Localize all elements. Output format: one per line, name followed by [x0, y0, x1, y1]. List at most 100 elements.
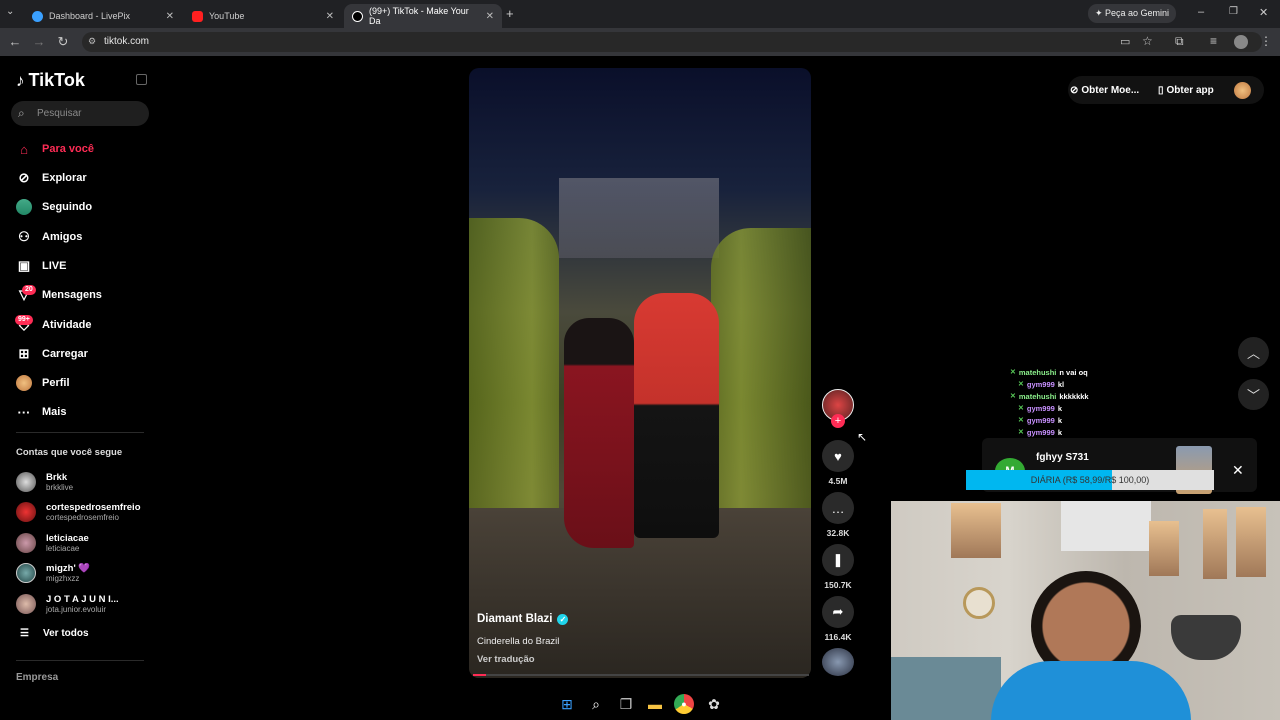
- chevron-down-icon: ﹀: [1246, 388, 1260, 403]
- get-coins-button[interactable]: ⊘ Obter Moe...: [1070, 80, 1154, 100]
- close-window-button[interactable]: ✕: [1259, 6, 1268, 19]
- reading-list-icon[interactable]: ≡: [1210, 34, 1217, 48]
- goal-bar-label: DIÁRIA (R$ 58,99/R$ 100,00): [1030, 475, 1150, 485]
- sword-icon: ✕: [1018, 381, 1024, 388]
- nav-friends[interactable]: ⚇ Amigos: [16, 226, 82, 248]
- chat-message: ✕ matehushi n vai oq: [1010, 367, 1088, 377]
- bed: [891, 657, 1001, 720]
- wall-banner: [1061, 501, 1151, 551]
- account-item[interactable]: J O T A J U N I... jota.junior.evoluir: [16, 590, 119, 618]
- nav-for-you[interactable]: ⌂ Para você: [16, 138, 94, 160]
- sword-icon: ✕: [1010, 393, 1016, 400]
- maximize-button[interactable]: ❐: [1229, 6, 1238, 17]
- avatar: [16, 594, 36, 614]
- comment-count: 32.8K: [826, 528, 850, 538]
- wall-poster: [951, 503, 1001, 558]
- avatar: [16, 563, 36, 583]
- file-explorer-icon[interactable]: ▬: [645, 694, 665, 714]
- minimize-button[interactable]: –: [1198, 6, 1204, 18]
- url-input[interactable]: tiktok.com: [82, 32, 1262, 52]
- get-app-button[interactable]: ▯ Obter app: [1158, 80, 1228, 100]
- gemini-icon: ✦: [1094, 8, 1105, 18]
- comment-button[interactable]: …: [822, 492, 854, 524]
- nav-upload[interactable]: ⊞ Carregar: [16, 343, 88, 365]
- nav-explore[interactable]: ⊘ Explorar: [16, 167, 87, 189]
- forward-icon[interactable]: →: [31, 34, 47, 50]
- nav-live[interactable]: ▣ LIVE: [16, 255, 67, 277]
- list-icon: ☰: [20, 628, 29, 639]
- cast-icon[interactable]: ▭: [1120, 35, 1130, 48]
- nav-following[interactable]: Seguindo: [16, 196, 92, 218]
- chat-message: ✕gym999k: [1018, 427, 1062, 437]
- heart-icon: ♥: [834, 448, 842, 464]
- search-input[interactable]: Pesquisar: [11, 101, 149, 126]
- tab-youtube[interactable]: YouTube ✕: [184, 4, 342, 28]
- gemini-button[interactable]: ✦ Peça ao Gemini: [1088, 4, 1176, 23]
- video-player[interactable]: [469, 68, 811, 678]
- user-avatar[interactable]: [1234, 82, 1251, 99]
- account-item[interactable]: Brkk brkklive: [16, 468, 73, 496]
- profile-avatar-icon[interactable]: [1234, 35, 1248, 49]
- livepix-icon: [32, 10, 43, 22]
- back-icon[interactable]: ←: [7, 34, 23, 50]
- tab-title: (99+) TikTok - Make Your Da: [369, 6, 469, 26]
- tab-search-icon[interactable]: ⌄: [6, 6, 14, 17]
- tab-tiktok[interactable]: (99+) TikTok - Make Your Da ✕: [344, 4, 502, 28]
- video-progress-fill: [473, 674, 487, 676]
- music-disc-icon[interactable]: [822, 648, 854, 676]
- taskbar-search-icon[interactable]: ⌕: [586, 694, 606, 714]
- close-tab-icon[interactable]: ✕: [486, 11, 494, 22]
- sword-icon: ✕: [1018, 405, 1024, 412]
- save-button[interactable]: ❚: [822, 544, 854, 576]
- windows-start-icon[interactable]: ⊞: [557, 694, 577, 714]
- chrome-icon[interactable]: ●: [674, 694, 694, 714]
- like-count: 4.5M: [828, 476, 848, 486]
- close-tab-icon[interactable]: ✕: [326, 11, 334, 22]
- tiktok-logo[interactable]: ♪ TikTok: [16, 70, 85, 91]
- follow-plus-icon[interactable]: +: [831, 414, 845, 428]
- chat-message: ✕gym999k: [1018, 403, 1062, 413]
- coin-icon: ⊘: [1070, 84, 1079, 96]
- close-icon[interactable]: ✕: [1232, 462, 1244, 479]
- video-woman-figure: [564, 318, 634, 548]
- new-tab-button[interactable]: +: [506, 6, 514, 21]
- avatar: [16, 502, 36, 522]
- menu-kebab-icon[interactable]: ⋮: [1260, 34, 1272, 48]
- sword-icon: ✕: [1018, 417, 1024, 424]
- app-icon[interactable]: ✿: [704, 694, 724, 714]
- next-video-button[interactable]: ﹀: [1238, 379, 1269, 410]
- task-view-icon[interactable]: ❐: [616, 694, 636, 714]
- nav-profile[interactable]: Perfil: [16, 372, 70, 394]
- see-all-button[interactable]: ☰ Ver todos: [20, 628, 89, 639]
- live-tv-icon: ▣: [17, 258, 31, 273]
- wall-poster: [1149, 521, 1179, 576]
- bookmark-star-icon[interactable]: ☆: [1142, 34, 1153, 48]
- account-item[interactable]: migzh' 💜 migzhxzz: [16, 559, 90, 587]
- divider: [16, 660, 144, 661]
- video-description: Cinderella do Brazil: [477, 636, 560, 647]
- company-link[interactable]: Empresa: [16, 672, 58, 683]
- avatar: [16, 533, 36, 553]
- account-item[interactable]: leticiacae leticiacae: [16, 529, 89, 557]
- bookmark-icon: ❚: [832, 552, 844, 567]
- video-building: [559, 178, 719, 258]
- wall-poster: [1236, 507, 1266, 577]
- like-button[interactable]: ♥: [822, 440, 854, 472]
- site-info-icon[interactable]: ⚙: [88, 36, 96, 47]
- share-button[interactable]: ➦: [822, 596, 854, 628]
- account-item[interactable]: cortespedrosemfreio cortespedrosemfreio: [16, 498, 141, 526]
- close-tab-icon[interactable]: ✕: [166, 11, 174, 22]
- mouse-cursor-icon: ↖: [857, 430, 868, 444]
- previous-video-button[interactable]: ︿: [1238, 337, 1269, 368]
- tab-livepix[interactable]: Dashboard - LivePix ✕: [24, 4, 182, 28]
- following-accounts-title: Contas que você segue: [16, 447, 123, 458]
- video-progress-track[interactable]: [473, 674, 809, 676]
- translate-link[interactable]: Ver tradução: [477, 654, 535, 665]
- video-author[interactable]: Diamant Blazi ✓: [477, 613, 569, 625]
- sword-icon: ✕: [1018, 429, 1024, 436]
- extensions-icon[interactable]: ⧉: [1175, 34, 1184, 49]
- wall-clock: [963, 587, 995, 619]
- reload-icon[interactable]: ↻: [55, 34, 71, 50]
- nav-more[interactable]: ··· Mais: [16, 401, 67, 423]
- collapse-sidebar-icon[interactable]: [136, 74, 147, 85]
